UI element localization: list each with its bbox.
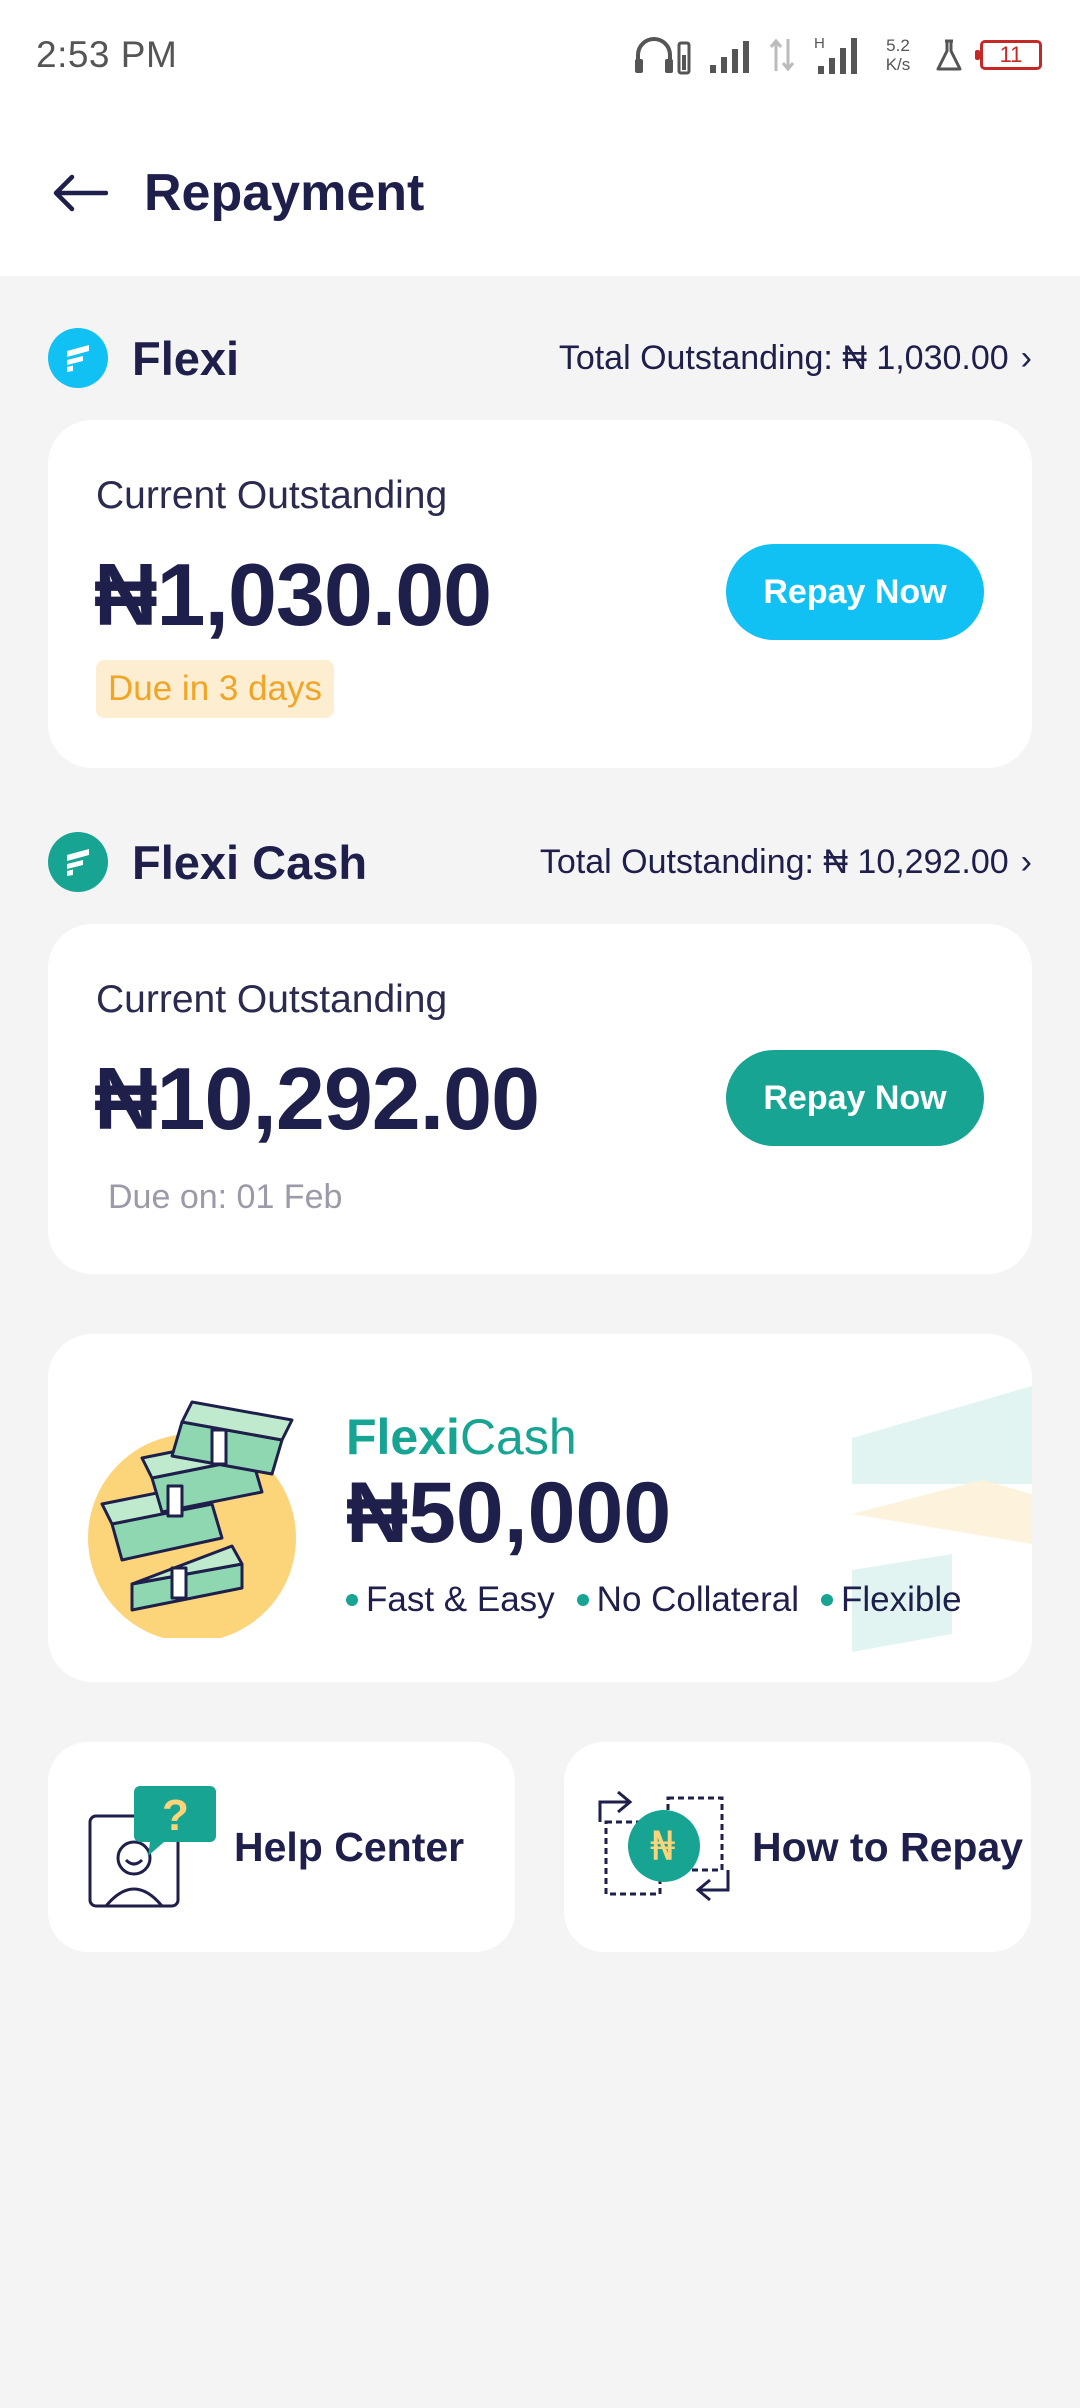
naira-glyph: ₦ (650, 1824, 675, 1870)
how-to-repay-tile[interactable]: ₦ How to Repay (564, 1742, 1031, 1952)
promo-features: Fast & Easy No Collateral Flexible (346, 1580, 962, 1620)
flexi-total-outstanding-link[interactable]: Total Outstanding: ₦ 1,030.00 › (559, 339, 1032, 378)
flexi-cash-section-header: Flexi Cash Total Outstanding: ₦ 10,292.0… (48, 830, 1032, 894)
promo-feature: Flexible (820, 1580, 962, 1620)
help-center-tile[interactable]: ? Help Center (48, 1742, 515, 1952)
flexi-total-outstanding: Total Outstanding: ₦ 1,030.00 (558, 338, 1009, 377)
flexi-cash-total-outstanding: Total Outstanding: ₦ 10,292.00 (539, 842, 1009, 881)
flexi-current-amount: ₦1,030.00 (94, 545, 492, 644)
flexi-cash-logo-icon (48, 832, 108, 892)
promo-background-shapes (852, 1386, 1032, 1652)
bullet-icon (820, 1594, 833, 1606)
flexi-cash-repay-now-button[interactable]: Repay Now (726, 1050, 984, 1146)
svg-text:H: H (814, 35, 825, 52)
speed-unit: K/s (885, 55, 911, 74)
back-button[interactable] (50, 163, 110, 223)
money-stack-icon (88, 1400, 296, 1638)
app-bar: Repayment (0, 110, 1080, 276)
signal-icon (710, 41, 749, 73)
flexi-cash-promo-banner[interactable]: FlexiCash ₦50,000 Fast & Easy No Collate… (48, 1334, 1032, 1682)
flexi-repay-now-button[interactable]: Repay Now (726, 544, 984, 640)
bullet-icon (576, 1594, 589, 1606)
flexi-cash-current-amount: ₦10,292.00 (94, 1049, 540, 1148)
help-badge-text: ? (162, 1791, 189, 1840)
help-center-icon: ? (88, 1786, 216, 1908)
flexi-cash-total-outstanding-link[interactable]: Total Outstanding: ₦ 10,292.00 › (540, 843, 1032, 882)
chevron-right-icon: › (1020, 842, 1032, 881)
current-outstanding-label: Current Outstanding (96, 978, 448, 1021)
feature-label: Fast & Easy (366, 1580, 555, 1619)
status-bar: 2:53 PM H 5.2 K/s 11 (0, 0, 1080, 110)
headphones-icon (635, 37, 691, 75)
back-arrow-icon (53, 174, 108, 212)
promo-feature: Fast & Easy (346, 1580, 555, 1620)
status-icons: H 5.2 K/s 11 (632, 33, 1042, 77)
current-outstanding-label: Current Outstanding (96, 474, 448, 517)
promo-feature: No Collateral (576, 1580, 799, 1620)
bullet-icon (346, 1594, 358, 1606)
network-speed: 5.2 K/s (878, 36, 918, 74)
how-to-repay-label: How to Repay (752, 1823, 1024, 1870)
how-to-repay-icon: ₦ (598, 1790, 730, 1902)
flask-icon (936, 39, 962, 71)
status-time: 2:53 PM (36, 34, 178, 75)
feature-label: No Collateral (596, 1580, 799, 1619)
flexi-name: Flexi (132, 331, 240, 385)
help-center-label: Help Center (234, 1823, 465, 1870)
flexi-cash-loan-card: Current Outstanding ₦10,292.00 Repay Now… (48, 924, 1032, 1274)
flexi-brand: Flexi (48, 328, 239, 388)
flexi-logo-icon (48, 328, 108, 388)
chevron-right-icon: › (1020, 338, 1032, 377)
data-arrows-icon (769, 38, 795, 72)
flexi-loan-card: Current Outstanding ₦1,030.00 Repay Now … (48, 420, 1032, 768)
flexi-cash-brand: Flexi Cash (48, 832, 367, 892)
promo-amount: ₦50,000 (346, 1465, 672, 1561)
flexi-section-header: Flexi Total Outstanding: ₦ 1,030.00 › (48, 326, 1032, 390)
promo-brand-light: Cash (459, 1409, 577, 1465)
battery-indicator: 11 (975, 40, 1042, 70)
feature-label: Flexible (840, 1580, 962, 1619)
page-title: Repayment (144, 164, 425, 222)
speed-value: 5.2 (886, 36, 910, 55)
promo-brand-bold: Flexi (346, 1409, 460, 1465)
signal-h-icon: H (814, 35, 857, 74)
promo-brand: FlexiCash (346, 1408, 577, 1466)
due-badge: Due in 3 days (96, 660, 335, 718)
due-date-text: Due on: 01 Feb (108, 1178, 343, 1216)
flexi-cash-name: Flexi Cash (132, 835, 368, 889)
